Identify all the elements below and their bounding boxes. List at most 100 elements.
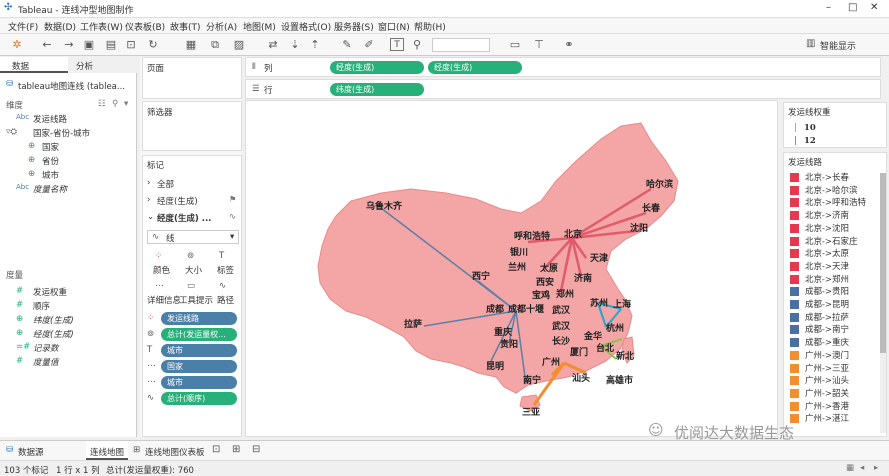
legend-item[interactable]: 广州->汕头 [790, 374, 849, 386]
tooltip-card[interactable]: ▭ 工具提示 [179, 280, 213, 306]
measure-field[interactable]: 纬度(生成) [33, 314, 74, 326]
tab-analysis[interactable]: 分析 [68, 57, 137, 73]
prev-icon[interactable]: ◂ [860, 463, 864, 473]
legend-item[interactable]: 广州->香港 [790, 400, 849, 412]
show-me-button[interactable]: 智能显示 [820, 39, 856, 52]
marks-pill-weight[interactable]: 总计(发运量权... [161, 328, 237, 341]
menu-analysis[interactable]: 分析(A) [206, 20, 237, 33]
marks-pill-country[interactable]: 国家 [161, 360, 237, 373]
legend-item[interactable]: 成都->重庆 [790, 336, 849, 348]
minimize-button[interactable]: – [826, 2, 831, 13]
color-card[interactable]: ⁘ 颜色 [147, 250, 175, 276]
pause-update-icon[interactable]: ⊡ [124, 38, 138, 51]
mark-type-dropdown[interactable]: ∿ 线 ▾ [147, 230, 239, 244]
close-button[interactable]: ✕ [870, 2, 878, 13]
marks-all[interactable]: 全部 [157, 178, 174, 190]
show-cards-icon[interactable]: ▭ [508, 38, 522, 51]
dim-field[interactable]: 度量名称 [33, 183, 67, 195]
path-card[interactable]: ∿ 路径 [211, 280, 239, 306]
back-icon[interactable]: ← [40, 38, 54, 51]
marks-lat-toggle[interactable]: › [147, 195, 150, 205]
fit-dropdown[interactable] [432, 38, 490, 52]
menu-data[interactable]: 数据(D) [44, 20, 76, 33]
size-card[interactable]: ⊚ 大小 [179, 250, 207, 276]
legend-item[interactable]: 广州->韶关 [790, 387, 849, 399]
measure-field[interactable]: 顺序 [33, 300, 50, 312]
dim-field[interactable]: 发运线路 [33, 113, 67, 125]
new-worksheet-icon[interactable]: ⊡ [212, 444, 220, 455]
share-icon[interactable]: ⚭ [562, 38, 576, 51]
rows-shelf[interactable]: ☰ 行 纬度(生成) [245, 79, 881, 99]
dim-field[interactable]: 国家-省份-城市 [33, 127, 90, 139]
marks-pill-city-detail[interactable]: 城市 [161, 376, 237, 389]
chevron-down-icon[interactable]: ▾ [124, 99, 128, 109]
tab-data[interactable]: 数据 [0, 57, 68, 73]
legend-item[interactable]: 北京->沈阳 [790, 222, 849, 234]
tableau-home-icon[interactable]: ✲ [10, 38, 24, 51]
dim-field[interactable]: 城市 [42, 169, 59, 181]
columns-pill[interactable]: 经度(生成) [330, 61, 424, 74]
menu-dashboard[interactable]: 仪表板(B) [125, 20, 165, 33]
view-toggle-icon[interactable]: ☷ [98, 99, 106, 109]
legend-item[interactable]: 北京->济南 [790, 209, 849, 221]
marks-lon[interactable]: 经度(生成) ... [157, 212, 211, 224]
duplicate-sheet-icon[interactable]: ⧉ [208, 38, 222, 51]
legend-item[interactable]: 北京->太原 [790, 247, 849, 259]
text-label-icon[interactable]: T [390, 38, 404, 51]
save-icon[interactable]: ▣ [82, 38, 96, 51]
tab-datasource[interactable]: 数据源 [18, 446, 44, 458]
legend-item[interactable]: 成都->贵阳 [790, 285, 849, 297]
new-sheet-icon[interactable]: ▦ [184, 38, 198, 51]
highlight-icon[interactable]: ✎ [340, 38, 354, 51]
clear-sheet-icon[interactable]: ▨ [232, 38, 246, 51]
legend-scrollbar[interactable] [880, 173, 886, 433]
legend-item[interactable]: 成都->拉萨 [790, 311, 849, 323]
legend-item[interactable]: 北京->石家庄 [790, 235, 858, 247]
legend-scroll-thumb[interactable] [880, 173, 886, 353]
marks-pill-city[interactable]: 城市 [161, 344, 237, 357]
refresh-icon[interactable]: ↻ [146, 38, 160, 51]
search-icon[interactable]: ⚲ [112, 99, 118, 109]
menu-file[interactable]: 文件(F) [8, 20, 38, 33]
map-view[interactable]: 乌鲁木齐 哈尔滨 长春 沈阳 呼和浩特 北京 银川 天津 兰州 太原 西宁 西安… [245, 100, 778, 437]
maximize-button[interactable]: □ [848, 2, 857, 13]
legend-item[interactable]: 广州->三亚 [790, 362, 849, 374]
group-icon[interactable]: ✐ [362, 38, 376, 51]
fix-axes-icon[interactable]: ⚲ [410, 38, 424, 51]
menu-server[interactable]: 服务器(S) [334, 20, 374, 33]
new-story-icon[interactable]: ⊟ [252, 444, 260, 455]
legend-item[interactable]: 北京->郑州 [790, 273, 849, 285]
tab-dashboard[interactable]: 连线地图仪表板 [145, 446, 205, 458]
measure-field[interactable]: 记录数 [33, 342, 59, 354]
columns-pill[interactable]: 经度(生成) [428, 61, 522, 74]
filters-shelf[interactable]: 筛选器 [142, 101, 242, 151]
marks-lat[interactable]: 经度(生成) [157, 195, 198, 207]
grid-view-icon[interactable]: ▦ [846, 463, 854, 473]
menu-worksheet[interactable]: 工作表(W) [80, 20, 123, 33]
marks-pill-route[interactable]: 发运线路 [161, 312, 237, 325]
rows-pill[interactable]: 纬度(生成) [330, 83, 424, 96]
sort-asc-icon[interactable]: ⇣ [288, 38, 302, 51]
sort-desc-icon[interactable]: ⇡ [308, 38, 322, 51]
dim-field[interactable]: 省份 [42, 155, 59, 167]
marks-pill-order[interactable]: 总计(顺序) [161, 392, 237, 405]
legend-item[interactable]: 广州->澳门 [790, 349, 849, 361]
swap-icon[interactable]: ⇄ [266, 38, 280, 51]
legend-item[interactable]: 北京->天津 [790, 260, 849, 272]
tab-active-sheet[interactable]: 连线地图 [86, 441, 128, 460]
label-card[interactable]: T 标签 [211, 250, 239, 276]
presentation-icon[interactable]: ⊤ [532, 38, 546, 51]
marks-all-toggle[interactable]: › [147, 178, 150, 188]
color-legend[interactable]: 发运线路 北京->长春 北京->哈尔滨 北京->呼和浩特 北京->济南 北京->沈阳 北京… [783, 152, 887, 437]
columns-shelf[interactable]: ⦀ 列 经度(生成) 经度(生成) [245, 57, 881, 77]
menu-story[interactable]: 故事(T) [170, 20, 201, 33]
menu-map[interactable]: 地图(M) [243, 20, 276, 33]
pages-shelf[interactable]: 页面 [142, 57, 242, 99]
measure-field[interactable]: 度量值 [33, 356, 59, 368]
dim-field[interactable]: 国家 [42, 141, 59, 153]
new-dashboard-icon[interactable]: ⊞ [232, 444, 240, 455]
measure-field[interactable]: 经度(生成) [33, 328, 74, 340]
detail-card[interactable]: ⋯ 详细信息 [147, 280, 181, 306]
marks-lon-toggle[interactable]: ⌄ [147, 212, 154, 222]
legend-item[interactable]: 北京->呼和浩特 [790, 196, 866, 208]
